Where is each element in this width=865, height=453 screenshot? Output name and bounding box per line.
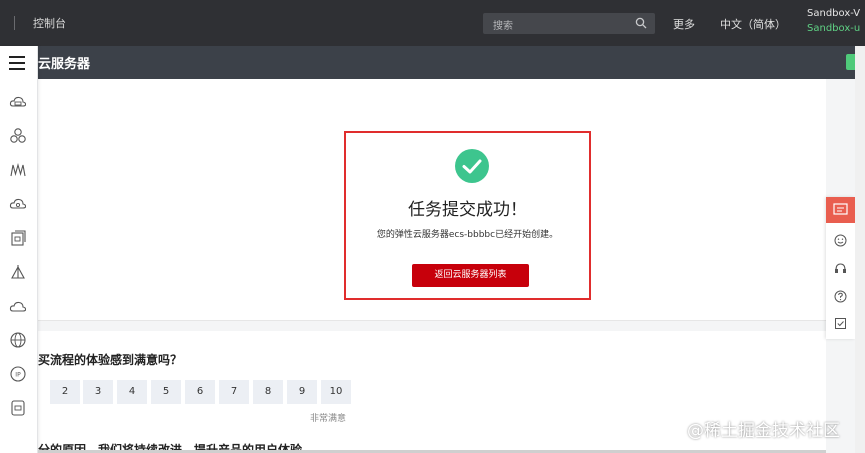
- left-sidebar: IP: [0, 46, 38, 453]
- rating-option[interactable]: 8: [253, 380, 283, 404]
- page-title: 云服务器: [38, 57, 91, 72]
- console-link[interactable]: 控制台: [33, 15, 66, 31]
- rating-option[interactable]: 7: [219, 380, 249, 404]
- account-name[interactable]: Sandbox-V: [807, 8, 860, 19]
- globe-icon[interactable]: [9, 331, 27, 349]
- result-card: 任务提交成功！ 您的弹性云服务器ecs-bbbbc已经开始创建。 返回云服务器列…: [38, 79, 826, 321]
- right-floating-toolbar: [826, 197, 855, 339]
- cloud-storage-icon[interactable]: [9, 195, 27, 213]
- rating-option[interactable]: 3: [83, 380, 113, 404]
- more-menu[interactable]: 更多: [673, 16, 695, 32]
- rating-option[interactable]: 9: [287, 380, 317, 404]
- feedback-icon[interactable]: [833, 203, 848, 217]
- language-selector[interactable]: 中文（简体）: [720, 16, 786, 32]
- document-icon[interactable]: [9, 399, 27, 417]
- cluster-icon[interactable]: [9, 127, 27, 145]
- image-icon[interactable]: [9, 229, 27, 247]
- divider: [14, 16, 15, 30]
- help-icon[interactable]: [834, 290, 847, 303]
- ip-icon[interactable]: IP: [9, 365, 27, 383]
- success-check-icon: [455, 149, 489, 183]
- rating-option[interactable]: 4: [117, 380, 147, 404]
- menu-icon[interactable]: [9, 56, 27, 72]
- rating-option[interactable]: 2: [50, 380, 80, 404]
- search-input[interactable]: 搜索: [493, 17, 513, 32]
- app-window: 控制台 搜索 更多 中文（简体） Sandbox-V Sandbox-u 云服务…: [0, 0, 865, 453]
- svg-text:IP: IP: [15, 372, 21, 379]
- watermark: @稀土掘金技术社区: [687, 421, 840, 441]
- page-header: 云服务器: [0, 46, 865, 79]
- success-description: 您的弹性云服务器ecs-bbbbc已经开始创建。: [376, 230, 559, 240]
- smile-icon[interactable]: [834, 234, 847, 247]
- back-to-server-list-button[interactable]: 返回云服务器列表: [412, 264, 529, 287]
- rating-max-label: 非常满意: [310, 414, 347, 424]
- rating-option[interactable]: 10: [321, 380, 351, 404]
- main-content: 任务提交成功！ 您的弹性云服务器ecs-bbbbc已经开始创建。 返回云服务器列…: [38, 79, 826, 453]
- survey-question: 买流程的体验感到满意吗？: [38, 353, 183, 367]
- search-icon[interactable]: [635, 17, 647, 29]
- cloud-icon[interactable]: [9, 297, 27, 315]
- rating-option[interactable]: 6: [185, 380, 215, 404]
- success-panel: 任务提交成功！ 您的弹性云服务器ecs-bbbbc已经开始创建。 返回云服务器列…: [344, 131, 591, 300]
- cloud-server-icon[interactable]: [9, 93, 27, 111]
- headset-icon[interactable]: [834, 262, 847, 275]
- search-box[interactable]: 搜索: [483, 13, 655, 34]
- checklist-icon[interactable]: [834, 317, 847, 330]
- bandwidth-icon[interactable]: [9, 161, 27, 179]
- vertical-scrollbar[interactable]: [855, 46, 865, 453]
- rating-option[interactable]: 5: [151, 380, 181, 404]
- top-navigation-bar: 控制台 搜索 更多 中文（简体） Sandbox-V Sandbox-u: [0, 0, 865, 46]
- account-project[interactable]: Sandbox-u: [807, 23, 860, 34]
- network-icon[interactable]: [9, 263, 27, 281]
- success-title: 任务提交成功！: [408, 200, 527, 220]
- feedback-button[interactable]: [826, 197, 855, 223]
